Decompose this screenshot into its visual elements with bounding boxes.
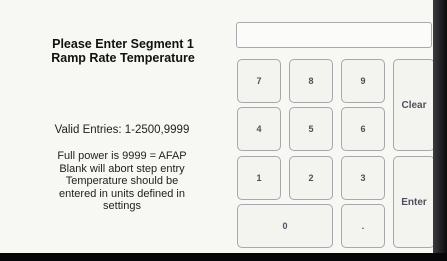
- prompt-title: Please Enter Segment 1 Ramp Rate Tempera…: [14, 37, 232, 65]
- clear-button[interactable]: Clear: [393, 59, 435, 151]
- key-8-button[interactable]: 8: [289, 59, 333, 103]
- key-2-button[interactable]: 2: [289, 156, 333, 200]
- instruction-line: entered in units defined in: [59, 187, 185, 200]
- key-0-button[interactable]: 0: [237, 204, 333, 248]
- enter-button[interactable]: Enter: [393, 156, 435, 248]
- device-bezel-bottom: [0, 253, 447, 261]
- key-6-button[interactable]: 6: [341, 107, 385, 151]
- key-4-button[interactable]: 4: [237, 107, 281, 151]
- value-entry-field[interactable]: [236, 22, 432, 48]
- key-9-button[interactable]: 9: [341, 59, 385, 103]
- key-3-button[interactable]: 3: [341, 156, 385, 200]
- key-5-button[interactable]: 5: [289, 107, 333, 151]
- device-bezel-right: [433, 0, 447, 261]
- prompt-title-line-1: Please Enter Segment 1: [52, 37, 194, 51]
- touch-screen: Please Enter Segment 1 Ramp Rate Tempera…: [0, 0, 437, 254]
- instruction-line: Temperature should be: [65, 175, 179, 187]
- decimal-point-button[interactable]: .: [341, 204, 385, 248]
- key-7-button[interactable]: 7: [237, 59, 281, 103]
- instruction-line: Blank will abort step entry: [59, 162, 185, 175]
- prompt-title-line-2: Ramp Rate Temperature: [51, 51, 195, 65]
- instruction-line: Full power is 9999 = AFAP: [57, 150, 187, 162]
- instruction-line: settings: [103, 200, 141, 212]
- key-1-button[interactable]: 1: [237, 156, 281, 200]
- valid-entries-text: Valid Entries: 1-2500,9999: [54, 124, 190, 136]
- instructions-text: Full power is 9999 = AFAP Blank will abo…: [12, 150, 232, 213]
